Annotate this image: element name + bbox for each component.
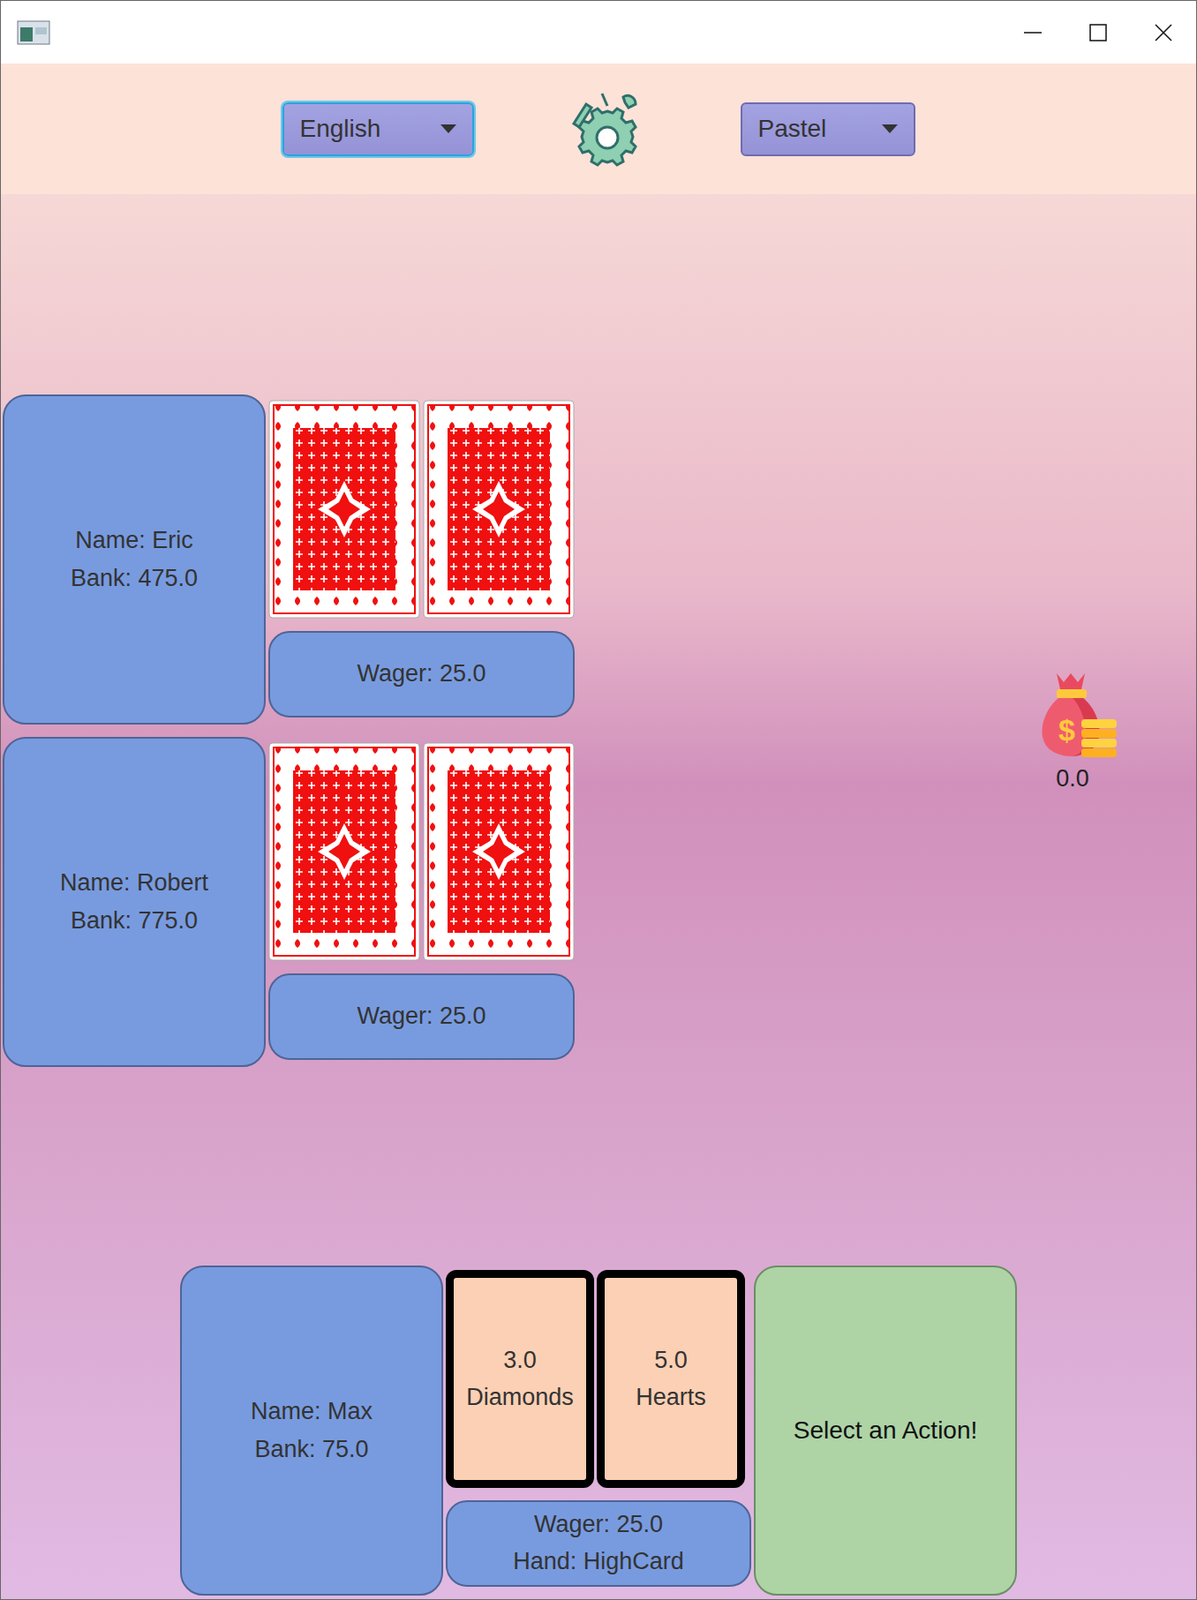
settings-gear-icon[interactable]: [566, 88, 648, 170]
app-icon: [16, 20, 51, 46]
card[interactable]: 3.0Diamonds: [445, 1270, 595, 1489]
card: [422, 742, 575, 962]
wager-box: Wager: 25.0Hand: HighCard: [445, 1500, 752, 1588]
opponents: Name: EricBank: 475.0Wager: 25.0Name: Ro…: [2, 394, 575, 1068]
theme-dropdown[interactable]: Pastel: [740, 102, 916, 157]
card-back-icon: [268, 399, 421, 619]
dropdown-arrow-icon: [440, 124, 457, 134]
pot-amount: 0.0: [1055, 765, 1090, 793]
card: [268, 399, 421, 619]
player-info: Name: EricBank: 475.0: [2, 394, 266, 725]
player-seat: Name: MaxBank: 75.03.0Diamonds5.0Hearts W…: [0, 1265, 1197, 1600]
money-bag-icon: $: [1026, 670, 1119, 762]
card: [268, 742, 421, 962]
maximize-icon[interactable]: [1088, 22, 1108, 43]
language-dropdown[interactable]: English: [282, 102, 475, 157]
card[interactable]: 5.0Hearts: [596, 1270, 746, 1489]
table: Name: EricBank: 475.0Wager: 25.0Name: Ro…: [0, 194, 1197, 1600]
title-bar: [0, 0, 1197, 64]
player-info: Name: MaxBank: 75.0: [180, 1265, 444, 1596]
opponent-seat: Name: RobertBank: 775.0Wager: 25.0: [2, 737, 575, 1068]
card: [422, 399, 575, 619]
dropdown-arrow-icon: [881, 124, 898, 134]
action-button[interactable]: Select an Action!: [753, 1265, 1017, 1596]
opponent-cards: [268, 742, 575, 962]
pot: $0.0: [1026, 670, 1119, 793]
close-icon[interactable]: [1153, 22, 1174, 43]
svg-text:$: $: [1058, 713, 1076, 747]
wager-box: Wager: 25.0: [268, 973, 575, 1061]
card-back-icon: [422, 742, 575, 962]
toolbar: English Pastel: [0, 63, 1197, 195]
minimize-icon[interactable]: [1023, 22, 1043, 43]
wager-box: Wager: 25.0: [268, 631, 575, 718]
game-window: EnglishPastelName: EricBank: 475.0Wager:…: [0, 0, 1197, 1600]
player-cards: 3.0Diamonds5.0Hearts: [445, 1270, 752, 1489]
opponent-seat: Name: EricBank: 475.0Wager: 25.0: [2, 394, 575, 725]
card-back-icon: [422, 399, 575, 619]
opponent-cards: [268, 399, 575, 619]
card-back-icon: [268, 742, 421, 962]
player-info: Name: RobertBank: 775.0: [2, 737, 266, 1068]
